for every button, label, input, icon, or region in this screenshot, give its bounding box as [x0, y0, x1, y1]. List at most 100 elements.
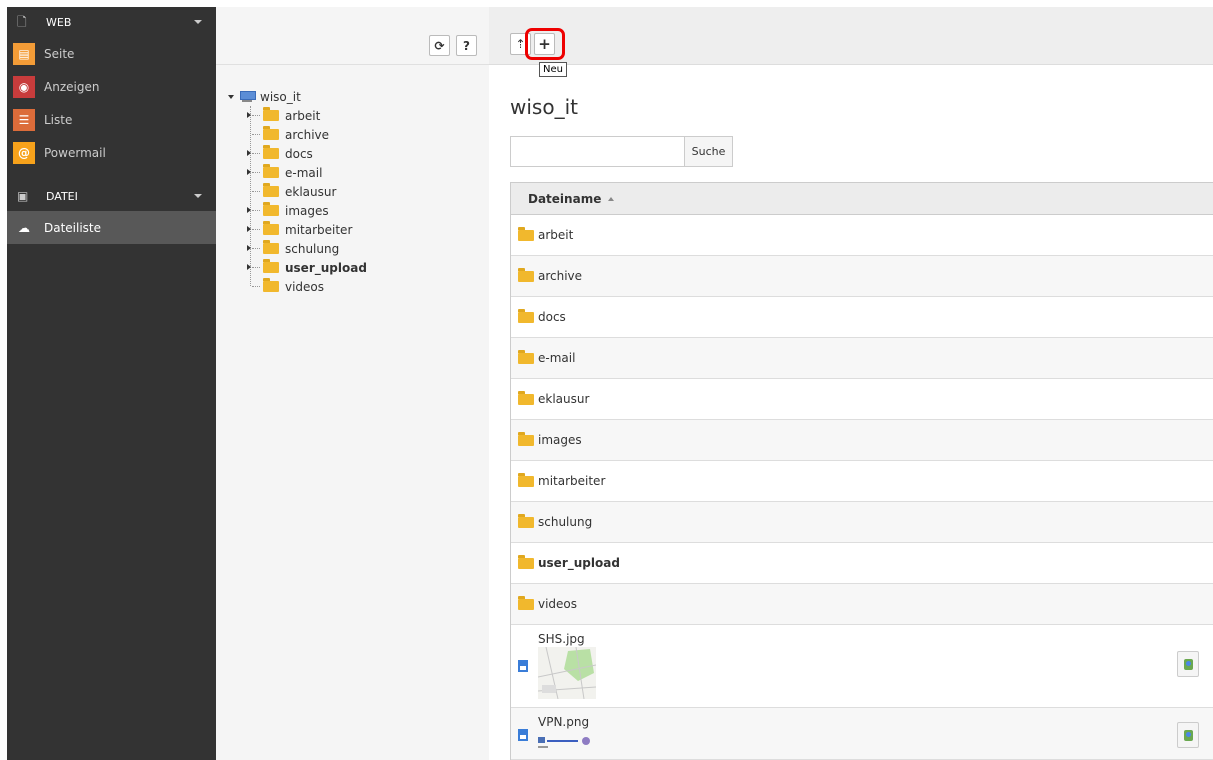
- separator: [7, 169, 216, 181]
- page-icon: ▤: [13, 42, 35, 65]
- list-icon: ☰: [13, 108, 35, 131]
- folder-icon: [263, 278, 279, 292]
- tree-node-e-mail[interactable]: e-mail: [228, 163, 367, 182]
- folder-name[interactable]: videos: [538, 597, 577, 611]
- caret-down-icon: [194, 194, 202, 198]
- table-row[interactable]: e-mail: [511, 338, 1213, 379]
- expand-arrow-icon[interactable]: [247, 112, 251, 118]
- folder-name[interactable]: mitarbeiter: [538, 474, 605, 488]
- table-row[interactable]: docs: [511, 297, 1213, 338]
- module-group-web[interactable]: 🗋 WEB: [7, 7, 216, 37]
- folder-icon: [518, 390, 534, 405]
- map-thumbnail[interactable]: [538, 647, 596, 699]
- module-item-label: Dateiliste: [44, 220, 102, 235]
- refresh-button[interactable]: ⟳: [429, 35, 450, 56]
- tree-node-label: user_upload: [285, 260, 367, 275]
- search-button[interactable]: Suche: [684, 136, 733, 167]
- folder-name[interactable]: images: [538, 433, 582, 447]
- table-row[interactable]: SHS.jpg: [511, 625, 1213, 708]
- tree-node-eklausur[interactable]: eklausur: [228, 182, 367, 201]
- tree-root-label: wiso_it: [260, 89, 301, 104]
- folder-tree: wiso_it arbeit archive docs e-mail eklau…: [228, 87, 367, 296]
- search-form: Suche: [510, 136, 733, 167]
- folder-name[interactable]: docs: [538, 310, 566, 324]
- module-item-liste[interactable]: ☰ Liste: [7, 103, 216, 136]
- doc-toolbar: ⇡ + Neu: [489, 7, 1213, 77]
- module-item-dateiliste[interactable]: ☁ Dateiliste: [7, 211, 216, 244]
- file-info-button[interactable]: [1177, 651, 1199, 677]
- folder-icon: [263, 145, 279, 159]
- folder-name[interactable]: e-mail: [538, 351, 575, 365]
- module-item-label: Seite: [44, 46, 75, 61]
- table-row[interactable]: videos: [511, 584, 1213, 625]
- tree-node-arbeit[interactable]: arbeit: [228, 106, 367, 125]
- table-row[interactable]: schulung: [511, 502, 1213, 543]
- folder-icon: [518, 349, 534, 364]
- tree-node-videos[interactable]: videos: [228, 277, 367, 296]
- module-menu: 🗋 WEB ▤ Seite ◉ Anzeigen ☰ Liste @ Power…: [7, 7, 216, 760]
- module-item-powermail[interactable]: @ Powermail: [7, 136, 216, 169]
- tree-node-label: videos: [285, 279, 325, 294]
- expand-arrow-icon[interactable]: [247, 226, 251, 232]
- folder-icon: [263, 221, 279, 235]
- tree-node-label: archive: [285, 127, 330, 142]
- folder-icon: [263, 240, 279, 254]
- refresh-icon: ⟳: [434, 38, 445, 53]
- table-row[interactable]: eklausur: [511, 379, 1213, 420]
- tree-node-docs[interactable]: docs: [228, 144, 367, 163]
- module-item-seite[interactable]: ▤ Seite: [7, 37, 216, 70]
- highlight-outline: [525, 28, 565, 60]
- tree-node-user-upload[interactable]: user_upload: [228, 258, 367, 277]
- table-row[interactable]: archive: [511, 256, 1213, 297]
- file-info-icon: [1183, 729, 1193, 741]
- folder-name[interactable]: arbeit: [538, 228, 573, 242]
- file-name[interactable]: VPN.png: [538, 715, 589, 729]
- expand-arrow-icon[interactable]: [247, 245, 251, 251]
- help-button[interactable]: ?: [456, 35, 477, 56]
- expand-arrow-icon[interactable]: [228, 94, 234, 99]
- folder-name[interactable]: schulung: [538, 515, 592, 529]
- search-input[interactable]: [510, 136, 684, 167]
- folder-name[interactable]: user_upload: [538, 556, 620, 570]
- table-row[interactable]: images: [511, 420, 1213, 461]
- module-group-datei[interactable]: ▣ DATEI: [7, 181, 216, 211]
- folder-icon: [518, 267, 534, 282]
- tree-node-label: arbeit: [285, 108, 321, 123]
- table-row[interactable]: user_upload: [511, 543, 1213, 584]
- vpn-thumbnail[interactable]: [538, 735, 596, 751]
- folder-icon: [263, 107, 279, 121]
- tree-node-mitarbeiter[interactable]: mitarbeiter: [228, 220, 367, 239]
- column-header-filename[interactable]: Dateiname: [511, 183, 1213, 215]
- folder-name[interactable]: eklausur: [538, 392, 589, 406]
- folder-icon: [518, 431, 534, 446]
- folder-name[interactable]: archive: [538, 269, 582, 283]
- folder-icon: [518, 308, 534, 323]
- tree-node-schulung[interactable]: schulung: [228, 239, 367, 258]
- expand-arrow-icon[interactable]: [247, 150, 251, 156]
- tree-node-label: schulung: [285, 241, 340, 256]
- page-title: wiso_it: [510, 95, 578, 119]
- folder-icon: [518, 513, 534, 528]
- tree-node-images[interactable]: images: [228, 201, 367, 220]
- tree-node-label: docs: [285, 146, 313, 161]
- module-item-anzeigen[interactable]: ◉ Anzeigen: [7, 70, 216, 103]
- table-row[interactable]: mitarbeiter: [511, 461, 1213, 502]
- image-icon: ▣: [17, 189, 29, 203]
- expand-arrow-icon[interactable]: [247, 207, 251, 213]
- table-row[interactable]: VPN.png: [511, 708, 1213, 760]
- help-icon: ?: [463, 38, 470, 53]
- file-name[interactable]: SHS.jpg: [538, 632, 585, 646]
- folder-tree-panel: ⟳ ? wiso_it arbeit archive docs e-mail e…: [216, 7, 489, 760]
- caret-down-icon: [194, 20, 202, 24]
- table-row[interactable]: arbeit: [511, 215, 1213, 256]
- expand-arrow-icon[interactable]: [247, 264, 251, 270]
- tree-root[interactable]: wiso_it: [228, 87, 367, 106]
- tree-node-label: mitarbeiter: [285, 222, 353, 237]
- folder-icon: [518, 472, 534, 487]
- expand-arrow-icon[interactable]: [247, 169, 251, 175]
- module-item-label: Anzeigen: [44, 79, 100, 94]
- tree-node-label: eklausur: [285, 184, 337, 199]
- tree-toolbar: ⟳ ?: [216, 7, 489, 65]
- tree-node-archive[interactable]: archive: [228, 125, 367, 144]
- file-info-button[interactable]: [1177, 722, 1199, 748]
